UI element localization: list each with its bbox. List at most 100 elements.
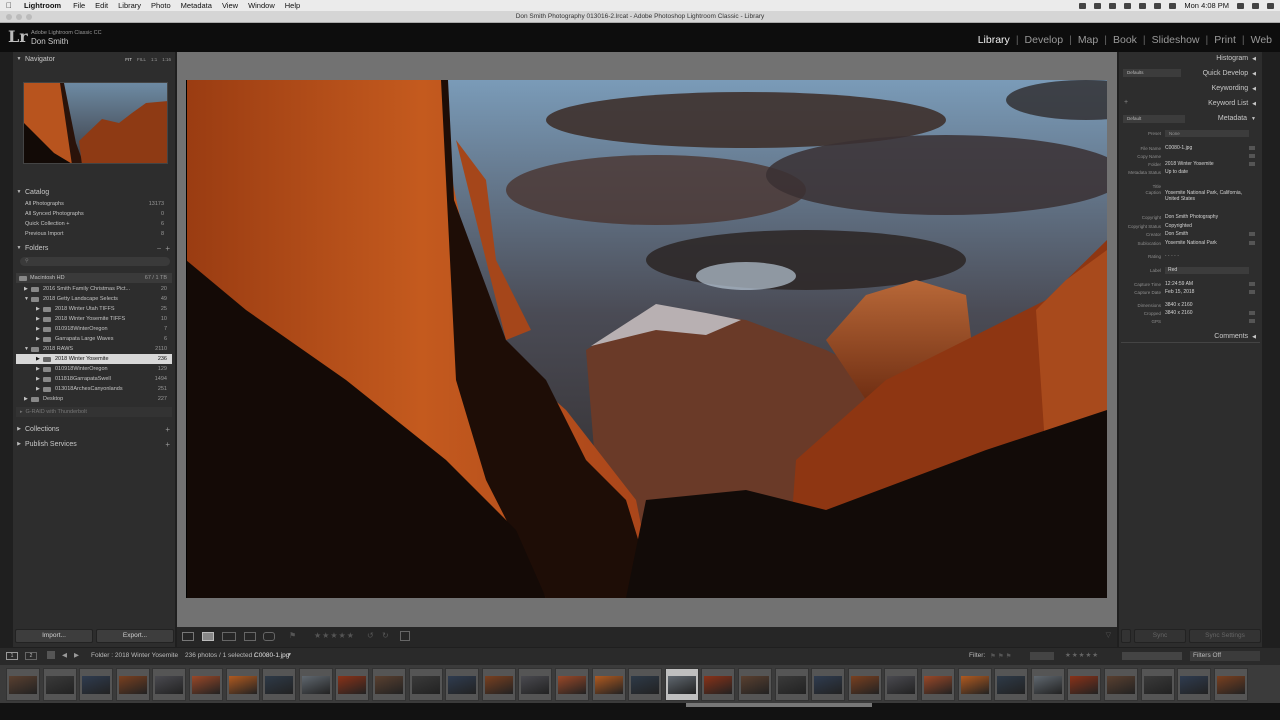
folder-item[interactable]: ▶ 013018ArchesCanyonlands 251 [16,384,172,394]
crop-icon[interactable] [400,631,410,641]
filmstrip-thumbnail[interactable] [115,668,150,701]
quick-develop-header[interactable]: Quick Develop ◀ [1119,68,1256,80]
close-window-button[interactable] [6,14,12,20]
airplay-icon[interactable] [1124,2,1132,9]
minus-icon[interactable]: – [157,245,161,252]
rotate-left-icon[interactable]: ↺ [367,631,374,640]
field-action-icon[interactable] [1249,311,1255,315]
filmstrip-thumbnail[interactable] [1067,668,1102,701]
filmstrip-thumbnail[interactable] [884,668,919,701]
catalog-all-photographs[interactable]: All Photographs 13173 [25,199,169,209]
cloud-icon[interactable] [1094,2,1102,9]
rotate-right-icon[interactable]: ↻ [382,631,389,640]
folders-header[interactable]: ▼ Folders – + [13,242,175,254]
metadata-row-creator[interactable]: Creator Don Smith [1119,230,1262,238]
metadata-header[interactable]: Metadata ▼ [1119,113,1256,125]
metadata-row-cropped[interactable]: Cropped 3840 x 2160 [1119,309,1262,317]
metadata-row-copy-name[interactable]: Copy Name [1119,152,1262,160]
star-filter-icon[interactable]: ★★★★★ [1065,651,1099,659]
histogram-header[interactable]: Histogram ◀ [1119,53,1256,65]
catalog-all-synced[interactable]: All Synced Photographs 0 [25,209,169,219]
zoom-fit[interactable]: FIT [125,57,132,62]
filmstrip-thumbnail[interactable] [738,668,772,701]
filmstrip-thumbnail-selected[interactable] [664,668,699,701]
sync-icon[interactable] [1109,2,1117,9]
label-select[interactable]: Red [1165,266,1249,274]
field-action-icon[interactable] [1249,232,1255,236]
field-action-icon[interactable] [1249,282,1255,286]
plus-icon[interactable]: + [165,425,170,434]
field-action-icon[interactable] [1249,319,1255,323]
collections-header[interactable]: ▶ Collections + [13,423,175,435]
filters-off-select[interactable]: Filters Off [1190,651,1260,661]
filmstrip-thumbnail[interactable] [957,668,992,701]
filmstrip-thumbnail[interactable] [1213,668,1248,701]
plus-icon[interactable]: + [165,440,170,449]
filmstrip-thumbnail[interactable] [847,668,882,701]
volume-icon[interactable] [1169,2,1177,9]
filmstrip-thumbnail[interactable] [372,668,406,701]
star-rating-icon[interactable]: ★★★★★ [314,631,355,640]
module-print[interactable]: Print [1212,34,1238,46]
catalog-header[interactable]: ▼ Catalog [13,186,175,198]
metadata-row-copyright[interactable]: Copyright Don Smith Photography [1119,213,1262,221]
module-develop[interactable]: Develop [1023,34,1066,46]
folder-item-selected[interactable]: ▶ 2018 Winter Yosemite 236 [16,354,172,364]
menu-view[interactable]: View [222,1,238,10]
sync-settings-button[interactable]: Sync Settings [1189,629,1261,643]
filmstrip-source[interactable]: Folder : 2018 Winter Yosemite [91,652,178,659]
navigator-preview[interactable] [23,82,168,164]
metadata-row-gps[interactable]: GPS [1119,317,1262,325]
module-library[interactable]: Library [976,34,1012,46]
metadata-preset-select[interactable]: None [1165,129,1249,137]
module-web[interactable]: Web [1249,34,1274,46]
catalog-previous-import[interactable]: Previous Import 8 [25,229,169,239]
filmstrip-thumbnail[interactable] [555,668,589,701]
folder-item[interactable]: ▶ 2018 Winter Yosemite TIFFS 10 [16,314,172,324]
keyword-list-header[interactable]: Keyword List ◀ [1119,98,1256,110]
main-photo[interactable] [186,80,1107,598]
filmstrip-thumbnail[interactable] [1030,668,1065,701]
field-action-icon[interactable] [1249,290,1255,294]
metadata-row-folder[interactable]: Folder 2018 Winter Yosemite [1119,160,1262,168]
filmstrip-thumbnail[interactable] [921,668,955,701]
flag-icon[interactable]: ⚑ [289,631,296,640]
survey-view-icon[interactable] [244,632,256,641]
notification-center-icon[interactable] [1267,2,1274,9]
left-panel-edge[interactable] [0,52,13,647]
menu-window[interactable]: Window [248,1,275,10]
metadata-row-dimensions[interactable]: Dimensions 3840 x 2160 [1119,301,1262,309]
metadata-row-title[interactable]: Title [1119,182,1262,190]
filmstrip-thumbnail[interactable] [79,668,114,701]
module-slideshow[interactable]: Slideshow [1150,34,1202,46]
filmstrip-thumbnail[interactable] [225,668,260,701]
filmstrip-thumbnail[interactable] [1104,668,1138,701]
main-window-button[interactable]: 1 [6,652,18,660]
flag-filter-icon[interactable]: ⚑⚑⚑ [990,652,1013,660]
color-label-filter[interactable] [1122,652,1182,660]
menu-metadata[interactable]: Metadata [181,1,212,10]
filmstrip-thumbnail[interactable] [408,668,443,701]
import-button[interactable]: Import... [15,629,93,643]
folder-item[interactable]: ▶ 011818GarrapataSwell 1494 [16,374,172,384]
field-action-icon[interactable] [1249,162,1255,166]
folder-item[interactable]: ▶ 2018 Winter Utah TIFFS 25 [16,304,172,314]
clock[interactable]: Mon 4:08 PM [1184,1,1229,10]
zoom-fill[interactable]: FILL [137,57,146,62]
module-book[interactable]: Book [1111,34,1139,46]
menu-edit[interactable]: Edit [95,1,108,10]
menu-file[interactable]: File [73,1,85,10]
zoom-1-1[interactable]: 1:1 [151,57,157,62]
filmstrip-thumbnail[interactable] [189,668,223,701]
back-arrow-icon[interactable]: ◀ [62,651,67,659]
folder-item[interactable]: ▶ 2016 Smith Family Christmas Pict... 20 [16,284,172,294]
zoom-1-16[interactable]: 1:16 [162,57,171,62]
plus-icon[interactable]: + [165,244,170,253]
people-view-icon[interactable] [263,632,275,641]
filmstrip-thumbnail[interactable] [6,668,40,701]
filmstrip-thumbnail[interactable] [481,668,516,701]
filmstrip-thumbnail[interactable] [518,668,553,701]
folder-item[interactable]: ▶ Desktop 227 [16,394,172,404]
filmstrip-scrollbar[interactable] [686,703,872,707]
metadata-row-copyright-status[interactable]: Copyright Status Copyrighted [1119,222,1262,230]
